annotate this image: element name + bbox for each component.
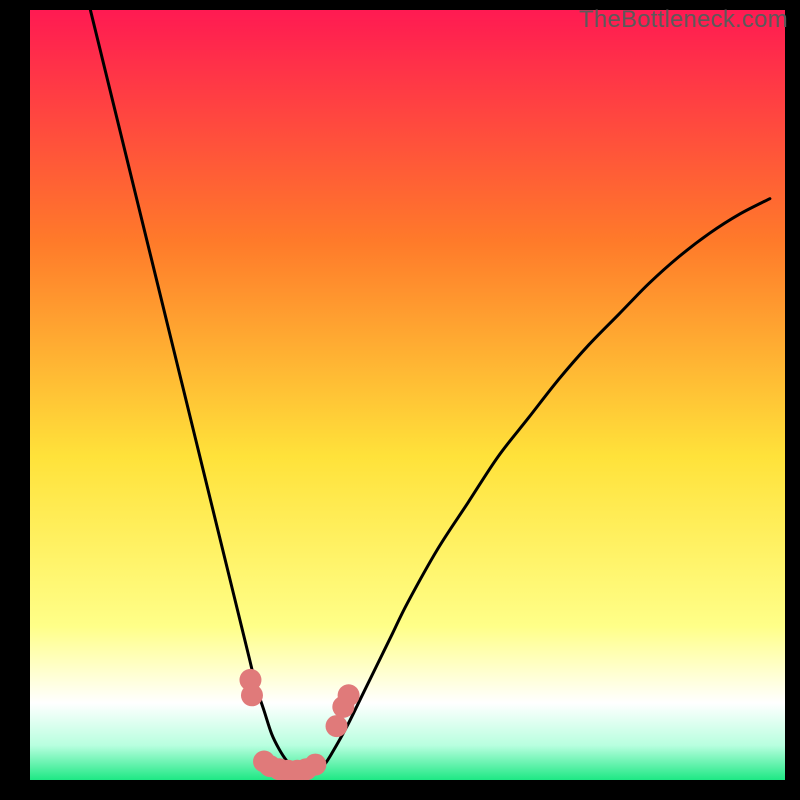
chart-frame: [30, 10, 785, 780]
watermark-text: TheBottleneck.com: [579, 6, 788, 34]
gradient-background: [30, 10, 785, 780]
data-point: [338, 684, 360, 706]
data-point: [326, 715, 348, 737]
data-point: [304, 754, 326, 776]
bottleneck-chart: [30, 10, 785, 780]
data-point: [241, 684, 263, 706]
